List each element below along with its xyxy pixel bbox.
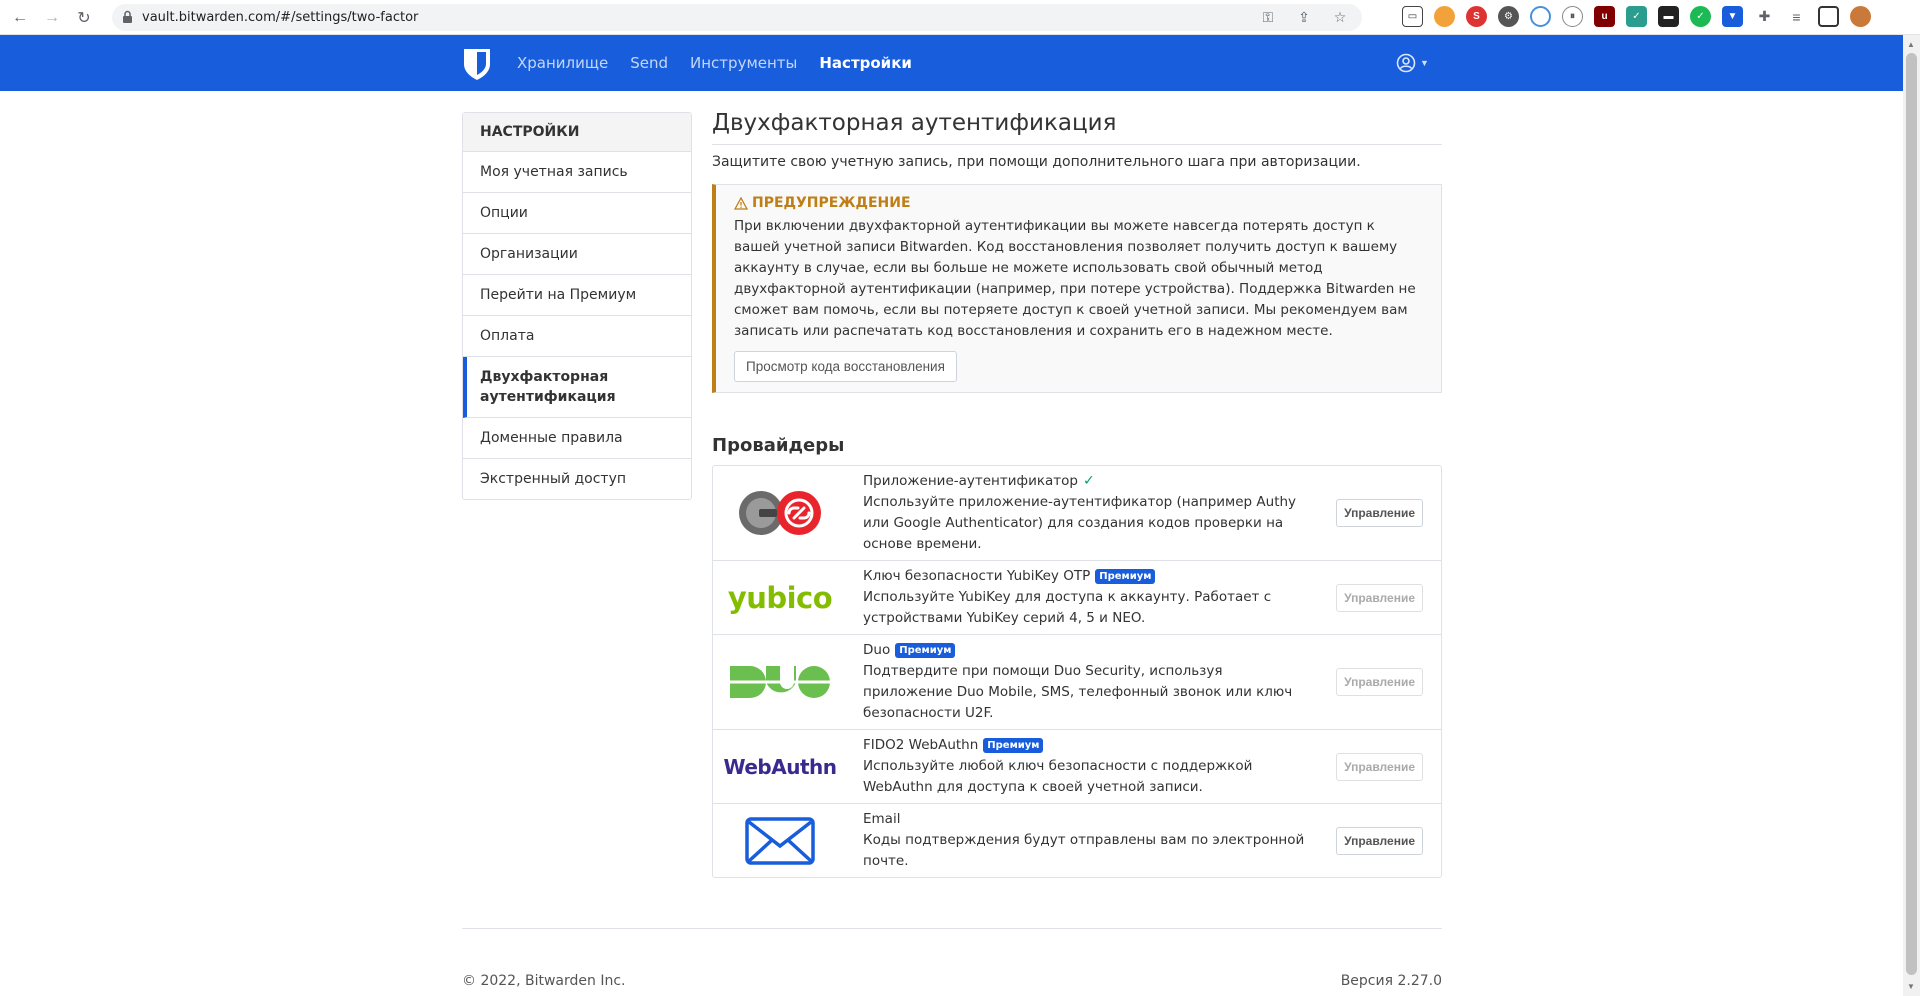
- warning-body: При включении двухфакторной аутентификац…: [734, 218, 1416, 339]
- envelope-icon: [745, 816, 815, 865]
- avatar-icon[interactable]: [1850, 6, 1871, 27]
- lock-icon: [123, 10, 132, 23]
- nav-send[interactable]: Send: [630, 54, 668, 72]
- address-bar[interactable]: vault.bitwarden.com/#/settings/two-facto…: [112, 4, 1362, 31]
- manage-duo-button[interactable]: Управление: [1336, 668, 1423, 696]
- premium-badge: Премиум: [1095, 569, 1156, 584]
- footer-version: Версия 2.27.0: [1340, 973, 1442, 989]
- provider-name: Приложение-аутентификатор: [863, 473, 1078, 489]
- user-circle-icon: [1396, 53, 1416, 73]
- scroll-up-icon[interactable]: ▲: [1907, 40, 1915, 49]
- duo-logo: [729, 652, 831, 712]
- bookmark-star-icon[interactable]: ☆: [1332, 8, 1348, 26]
- enabled-check-icon: ✓: [1082, 473, 1095, 489]
- page-title: Двухфакторная аутентификация: [712, 110, 1442, 145]
- provider-duo: Duo Премиум Подтвердите при помощи Duo S…: [713, 635, 1441, 730]
- pause-extension-icon[interactable]: ⏸: [1562, 6, 1583, 27]
- authenticator-app-icon: [739, 491, 821, 535]
- provider-description: Используйте любой ключ безопасности с по…: [863, 758, 1253, 795]
- scrollbar-thumb[interactable]: [1906, 53, 1917, 975]
- manage-authenticator-button[interactable]: Управление: [1336, 499, 1423, 527]
- side-panel-icon[interactable]: [1818, 6, 1839, 27]
- provider-description: Подтвердите при помощи Duo Security, исп…: [863, 663, 1293, 721]
- ublock-extension-icon[interactable]: u: [1594, 6, 1615, 27]
- scroll-down-icon[interactable]: ▼: [1907, 982, 1915, 991]
- provider-authenticator: Приложение-аутентификатор ✓ Используйте …: [713, 466, 1441, 561]
- duo-logo-icon: [730, 666, 830, 698]
- sidebar-item-domain-rules[interactable]: Доменные правила: [463, 418, 691, 459]
- settings-sidebar: НАСТРОЙКИ Моя учетная запись Опции Орган…: [462, 112, 692, 500]
- provider-name: Email: [863, 811, 901, 827]
- provider-webauthn: WebAuthn FIDO2 WebAuthn Премиум Использу…: [713, 730, 1441, 804]
- page-subtitle: Защитите свою учетную запись, при помощи…: [712, 154, 1361, 170]
- authenticator-logo: [729, 483, 831, 543]
- cookie-extension-icon[interactable]: [1434, 6, 1455, 27]
- view-recovery-code-button[interactable]: Просмотр кода восстановления: [734, 351, 957, 382]
- sidebar-item-organizations[interactable]: Организации: [463, 234, 691, 275]
- yubico-logo-text: yubico: [727, 580, 833, 615]
- shield-check-extension-icon[interactable]: ✓: [1690, 6, 1711, 27]
- key-icon[interactable]: ⚿: [1260, 8, 1276, 26]
- manage-webauthn-button[interactable]: Управление: [1336, 752, 1423, 781]
- sidebar-item-options[interactable]: Опции: [463, 193, 691, 234]
- providers-list: Приложение-аутентификатор ✓ Используйте …: [712, 465, 1442, 878]
- warning-callout: ПРЕДУПРЕЖДЕНИЕ При включении двухфакторн…: [712, 184, 1442, 393]
- gear-extension-icon[interactable]: ⚙: [1498, 6, 1519, 27]
- nav-vault[interactable]: Хранилище: [517, 54, 608, 72]
- warning-triangle-icon: [734, 196, 748, 210]
- sidebar-item-billing[interactable]: Оплата: [463, 316, 691, 357]
- webauthn-logo-text: WebAuthn: [723, 754, 837, 779]
- provider-email: Email Коды подтверждения будут отправлен…: [713, 804, 1441, 877]
- forward-icon[interactable]: →: [40, 6, 64, 30]
- url-text: vault.bitwarden.com/#/settings/two-facto…: [142, 10, 419, 25]
- reload-icon[interactable]: ↻: [72, 6, 96, 30]
- share-icon[interactable]: ⇪: [1296, 8, 1312, 26]
- back-icon[interactable]: ←: [8, 6, 32, 30]
- email-logo: [729, 811, 831, 871]
- sidebar-title: НАСТРОЙКИ: [463, 113, 691, 152]
- warning-title: ПРЕДУПРЕЖДЕНИЕ: [734, 195, 1421, 211]
- webauthn-logo: WebAuthn: [724, 737, 837, 797]
- terminal-extension-icon[interactable]: ▬: [1658, 6, 1679, 27]
- provider-description: Используйте приложение-аутентификатор (н…: [863, 494, 1297, 552]
- sidebar-item-emergency-access[interactable]: Экстренный доступ: [463, 459, 691, 499]
- footer-copyright: © 2022, Bitwarden Inc.: [462, 973, 626, 989]
- provider-description: Используйте YubiKey для доступа к аккаун…: [863, 589, 1272, 626]
- red-extension-icon[interactable]: S: [1466, 6, 1487, 27]
- manage-email-button[interactable]: Управление: [1336, 826, 1423, 855]
- main-content: Двухфакторная аутентификация Защитите св…: [712, 110, 1442, 878]
- providers-heading: Провайдеры: [712, 435, 845, 456]
- caret-down-icon: ▼: [1420, 58, 1429, 68]
- provider-description: Коды подтверждения будут отправлены вам …: [863, 832, 1305, 869]
- sidebar-item-my-account[interactable]: Моя учетная запись: [463, 152, 691, 193]
- reading-list-icon[interactable]: ≡: [1786, 6, 1807, 27]
- nav-tools[interactable]: Инструменты: [690, 54, 797, 72]
- warning-title-text: ПРЕДУПРЕЖДЕНИЕ: [752, 195, 911, 211]
- blue-circle-extension-icon[interactable]: [1530, 6, 1551, 27]
- sidebar-item-two-factor[interactable]: Двухфакторная аутентификация: [463, 357, 691, 418]
- manage-yubikey-button[interactable]: Управление: [1336, 583, 1423, 612]
- provider-name: Ключ безопасности YubiKey OTP: [863, 568, 1091, 584]
- screenshot-extension-icon[interactable]: ▭: [1402, 6, 1423, 27]
- nav-settings[interactable]: Настройки: [819, 54, 912, 72]
- yubico-logo: yubico: [727, 568, 833, 628]
- browser-toolbar: ← → ↻ vault.bitwarden.com/#/settings/two…: [0, 0, 1920, 35]
- provider-yubikey: yubico Ключ безопасности YubiKey OTP Пре…: [713, 561, 1441, 635]
- account-menu[interactable]: ▼: [1396, 53, 1429, 73]
- green-shield-extension-icon[interactable]: ✓: [1626, 6, 1647, 27]
- extensions-puzzle-icon[interactable]: ✚: [1754, 6, 1775, 27]
- page-scrollbar[interactable]: ▲ ▼: [1903, 35, 1920, 996]
- bitwarden-extension-icon[interactable]: ▼: [1722, 6, 1743, 27]
- provider-name: FIDO2 WebAuthn: [863, 737, 979, 753]
- premium-badge: Премиум: [895, 643, 956, 658]
- sidebar-item-premium[interactable]: Перейти на Премиум: [463, 275, 691, 316]
- premium-badge: Премиум: [983, 738, 1044, 753]
- footer-divider: [462, 928, 1442, 929]
- bitwarden-logo-icon[interactable]: [462, 47, 492, 81]
- provider-name: Duo: [863, 642, 891, 658]
- top-navbar: Хранилище Send Инструменты Настройки ▼: [0, 35, 1903, 91]
